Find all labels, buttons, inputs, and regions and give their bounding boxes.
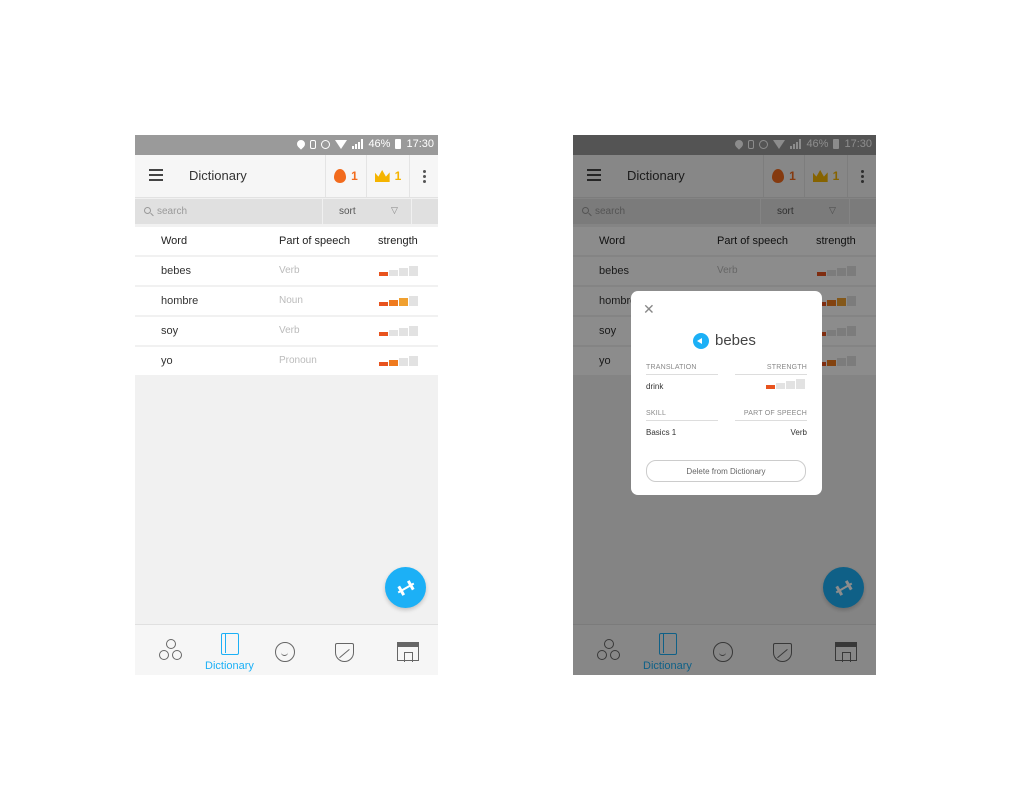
- flame-icon: [334, 169, 347, 183]
- alarm-icon: [321, 139, 331, 149]
- column-header-part-of-speech[interactable]: Part of speech: [279, 235, 350, 247]
- strength-segment: [399, 358, 408, 366]
- strength-segment: [379, 272, 388, 276]
- strength-segment: [409, 326, 418, 336]
- learn-tab-icon[interactable]: [159, 639, 183, 661]
- delete-from-dictionary-button[interactable]: Delete from Dictionary: [646, 460, 806, 482]
- more-options-icon[interactable]: [409, 155, 438, 197]
- crown-button[interactable]: 1: [366, 155, 409, 197]
- tab-dictionary-label[interactable]: Dictionary: [205, 660, 254, 672]
- strength-segment: [389, 360, 398, 366]
- pos-cell: Verb: [279, 265, 300, 276]
- dumbbell-icon: [395, 579, 416, 597]
- translation-label: TRANSLATION: [646, 364, 697, 371]
- crown-icon: [374, 170, 390, 182]
- word-cell: bebes: [161, 265, 191, 277]
- strength-segment: [379, 362, 388, 366]
- skill-label: SKILL: [646, 410, 667, 417]
- speaker-icon[interactable]: [693, 332, 709, 349]
- table-row[interactable]: hombre Noun: [135, 287, 438, 315]
- skill-value: Basics 1: [646, 428, 677, 437]
- word-detail-dialog: ✕ bebes TRANSLATION drink STRENGTH SKILL…: [631, 291, 822, 495]
- translation-value: drink: [646, 382, 664, 391]
- vibrate-icon: [310, 139, 317, 149]
- phone-screen-word-detail: 46% 17:30 Dictionary 1 1 search sort ▽ W…: [573, 135, 876, 675]
- sort-label: sort: [339, 206, 356, 217]
- column-header-strength[interactable]: strength: [378, 235, 418, 247]
- profile-tab-icon[interactable]: [275, 642, 295, 662]
- strength-meter: [379, 266, 418, 276]
- strength-segment: [379, 302, 388, 306]
- pos-cell: Noun: [279, 295, 303, 306]
- strength-label: STRENGTH: [766, 364, 807, 371]
- table-row[interactable]: soy Verb: [135, 317, 438, 345]
- table-row[interactable]: yo Pronoun: [135, 347, 438, 375]
- search-input[interactable]: search: [157, 206, 187, 217]
- strength-meter: [379, 296, 418, 306]
- strength-segment: [766, 385, 775, 389]
- app-bar: Dictionary 1 1: [135, 155, 438, 198]
- strength-segment: [389, 330, 398, 336]
- divider: [735, 374, 807, 375]
- pos-cell: Verb: [279, 325, 300, 336]
- column-header-word[interactable]: Word: [161, 235, 187, 247]
- phone-screen-dictionary: 46% 17:30 Dictionary 1 1 search sort ▽ W…: [135, 135, 438, 675]
- wifi-icon: [335, 139, 348, 149]
- chevron-down-icon: ▽: [391, 205, 398, 215]
- signal-icon: [352, 139, 364, 149]
- dialog-word-heading: bebes: [693, 332, 756, 349]
- table-row[interactable]: bebes Verb: [135, 257, 438, 285]
- part-of-speech-value: Verb: [790, 428, 807, 437]
- status-bar: 46% 17:30: [135, 135, 438, 155]
- divider: [646, 374, 718, 375]
- strength-segment: [786, 381, 795, 389]
- strength-meter: [766, 379, 805, 389]
- strength-segment: [796, 379, 805, 389]
- strength-segment: [389, 270, 398, 276]
- status-icons: 46% 17:30: [295, 138, 434, 150]
- menu-icon[interactable]: [149, 169, 163, 181]
- sort-dropdown[interactable]: sort ▽: [322, 199, 412, 224]
- close-icon[interactable]: ✕: [643, 301, 655, 318]
- strength-segment: [379, 332, 388, 336]
- strength-segment: [409, 356, 418, 366]
- divider: [646, 420, 718, 421]
- word-cell: soy: [161, 325, 179, 337]
- search-icon: [144, 207, 151, 214]
- word-cell: yo: [161, 355, 173, 367]
- crown-count: 1: [394, 169, 402, 183]
- page-title: Dictionary: [189, 168, 247, 183]
- strength-meter: [379, 356, 418, 366]
- strength-segment: [389, 300, 398, 306]
- search-bar: search sort ▽: [135, 199, 438, 224]
- practice-button[interactable]: [385, 567, 426, 608]
- location-icon: [295, 138, 308, 150]
- battery-icon: [395, 139, 402, 149]
- word-table: Word Part of speech strength bebes Verb …: [135, 227, 438, 377]
- clock: 17:30: [406, 138, 434, 150]
- dictionary-tab-icon[interactable]: [221, 633, 239, 655]
- leagues-tab-icon[interactable]: [335, 643, 354, 662]
- strength-meter: [379, 326, 418, 336]
- part-of-speech-label: PART OF SPEECH: [743, 410, 807, 417]
- pos-cell: Pronoun: [279, 355, 317, 366]
- battery-percent: 46%: [368, 138, 391, 150]
- strength-segment: [399, 328, 408, 336]
- dialog-word: bebes: [715, 332, 756, 349]
- strength-segment: [399, 298, 408, 306]
- strength-segment: [399, 268, 408, 276]
- bottom-nav: Dictionary: [135, 624, 438, 675]
- streak-button[interactable]: 1: [325, 155, 366, 197]
- streak-count: 1: [351, 169, 358, 183]
- shop-tab-icon[interactable]: [397, 642, 419, 662]
- strength-segment: [409, 296, 418, 306]
- strength-segment: [776, 383, 785, 389]
- table-header: Word Part of speech strength: [135, 227, 438, 255]
- word-cell: hombre: [161, 295, 199, 307]
- strength-segment: [409, 266, 418, 276]
- divider: [735, 420, 807, 421]
